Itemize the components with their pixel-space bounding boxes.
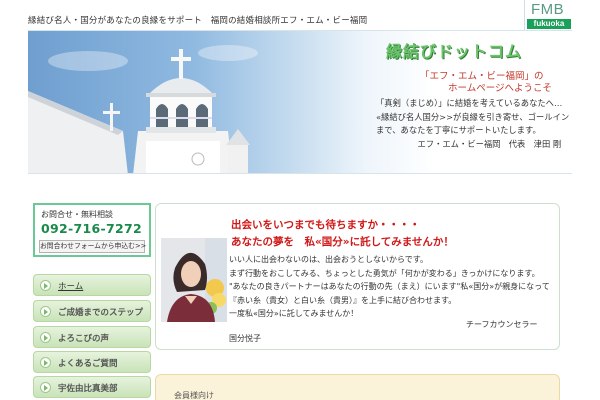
arrow-icon xyxy=(40,382,51,393)
arrow-icon xyxy=(40,332,51,343)
card-heading-2: あなたの夢を 私«国分»に託してみませんか！ xyxy=(231,236,454,248)
counselor-message-card: 出会いをいつまでも待ちますか・・・・ あなたの夢を 私«国分»に託してみませんか… xyxy=(155,203,560,350)
site-logo[interactable]: FMB fukuoka xyxy=(524,0,572,30)
nav-item-club[interactable]: 宇佐由比真美部 xyxy=(33,376,151,398)
members-section: 会員様向け xyxy=(155,374,560,400)
nav-item-label: ご成婚までのステップ xyxy=(58,308,144,318)
counselor-photo xyxy=(161,238,227,322)
nav-item-label: 宇佐由比真美部 xyxy=(58,384,118,394)
contact-phone[interactable]: 092-716-7272 xyxy=(41,221,142,236)
logo-text: FMB xyxy=(531,1,565,18)
hero-banner: 縁結びドットコム 「エフ・エム・ビー福岡」の ホームページへようこそ 「真剣（ま… xyxy=(28,30,572,174)
hero-title: 縁結びドットコム xyxy=(386,42,523,61)
hero-subtitle-line2: ホームページへようこそ xyxy=(448,83,553,94)
arrow-icon xyxy=(40,306,51,317)
nav-item-faq[interactable]: よくあるご質問 xyxy=(33,351,151,373)
logo-subtext: fukuoka xyxy=(527,19,571,29)
contact-heading: お問合せ・無料相談 xyxy=(41,210,113,219)
nav-item-label: よくあるご質問 xyxy=(58,359,118,369)
contact-box: お問合せ・無料相談 092-716-7272 お問合わせフォームから申込む>> xyxy=(33,203,151,257)
members-label: 会員様向け xyxy=(174,391,214,400)
nav-item-voices[interactable]: よろこびの声 xyxy=(33,326,151,348)
nav-item-home[interactable]: ホーム xyxy=(33,274,151,296)
nav-item-steps[interactable]: ご成婚までのステップ xyxy=(33,300,151,322)
nav-item-label: ホーム xyxy=(58,282,84,292)
arrow-icon xyxy=(40,357,51,368)
hero-intro-text: 「真剣（まじめ）」に結婚を考えているあなたへ… «縁結び名人国分>>が良縁を引き… xyxy=(376,98,570,149)
arrow-icon xyxy=(40,280,51,291)
card-body-text: いい人に出会わないのは、出会おうとしないからです。 まず行動をおこしてみる、ちょ… xyxy=(229,255,550,318)
counselor-title: チーフカウンセラー xyxy=(466,320,538,329)
card-heading-1: 出会いをいつまでも待ちますか・・・・ xyxy=(231,219,420,231)
site-tagline: 縁結び名人・国分があなたの良縁をサポート 福岡の結婚相談所エフ・エム・ビー福岡 xyxy=(28,16,368,26)
contact-form-button[interactable]: お問合わせフォームから申込む>> xyxy=(39,240,146,253)
nav-item-label: よろこびの声 xyxy=(58,334,110,344)
counselor-name: 国分悦子 xyxy=(229,334,261,343)
